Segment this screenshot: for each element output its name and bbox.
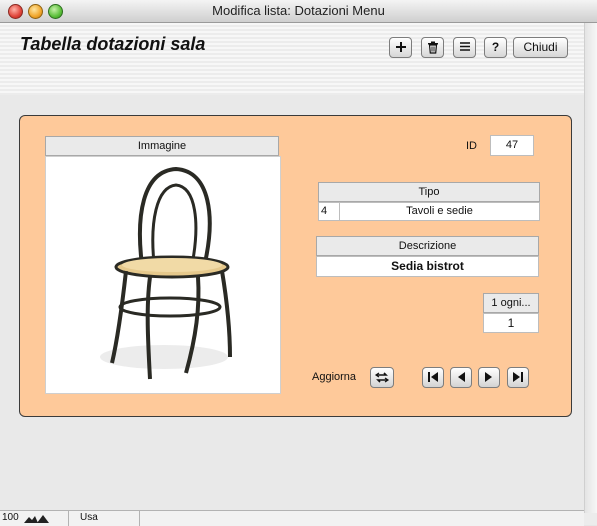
close-button[interactable]: Chiudi [513, 37, 568, 58]
last-record-icon [513, 372, 523, 382]
tipo-header: Tipo [318, 182, 540, 202]
window-title: Modifica lista: Dotazioni Menu [212, 3, 385, 18]
first-record-icon [428, 372, 438, 382]
ogni-button[interactable]: 1 ogni... [483, 293, 539, 313]
chair-photo [100, 166, 232, 380]
add-record-button[interactable] [389, 37, 412, 58]
id-label: ID [466, 140, 477, 152]
delete-record-button[interactable] [421, 37, 444, 58]
trash-icon [427, 41, 438, 54]
previous-record-button[interactable] [450, 367, 472, 388]
page-title: Tabella dotazioni sala [20, 34, 206, 54]
app-window: Modifica lista: Dotazioni Menu Tabella d… [0, 0, 597, 526]
plus-icon [395, 42, 406, 52]
id-field[interactable]: 47 [490, 135, 534, 156]
descrizione-header: Descrizione [316, 236, 539, 256]
zoom-level[interactable]: 100 [2, 512, 19, 523]
image-header: Immagine [45, 136, 279, 156]
list-icon [459, 42, 470, 51]
next-record-icon [485, 372, 492, 382]
refresh-arrows-icon [374, 372, 390, 383]
mode-indicator[interactable]: Usa [80, 512, 98, 523]
zoom-mountain-icon [24, 515, 49, 523]
refresh-button[interactable] [370, 367, 394, 388]
record-panel: Immagine ID 47 Tipo 4 Tavoli e sedie Des… [19, 115, 572, 417]
divider [139, 511, 140, 526]
status-bar: 100 Usa [0, 510, 584, 526]
next-record-button[interactable] [478, 367, 500, 388]
tipo-code-field[interactable]: 4 [318, 202, 340, 221]
tipo-field[interactable]: Tavoli e sedie [339, 202, 540, 221]
image-container[interactable] [45, 156, 281, 394]
help-button[interactable]: ? [484, 37, 507, 58]
last-record-button[interactable] [507, 367, 529, 388]
zoom-controls[interactable] [24, 513, 50, 526]
layout-header: Tabella dotazioni sala ? Chiudi [0, 23, 584, 95]
divider [68, 511, 69, 526]
aggiorna-label: Aggiorna [312, 371, 357, 383]
list-view-button[interactable] [453, 37, 476, 58]
descrizione-field[interactable]: Sedia bistrot [316, 256, 539, 277]
ogni-field[interactable]: 1 [483, 313, 539, 333]
title-bar: Modifica lista: Dotazioni Menu [0, 0, 597, 23]
first-record-button[interactable] [422, 367, 444, 388]
vertical-scrollbar[interactable] [584, 23, 597, 513]
previous-record-icon [458, 372, 465, 382]
